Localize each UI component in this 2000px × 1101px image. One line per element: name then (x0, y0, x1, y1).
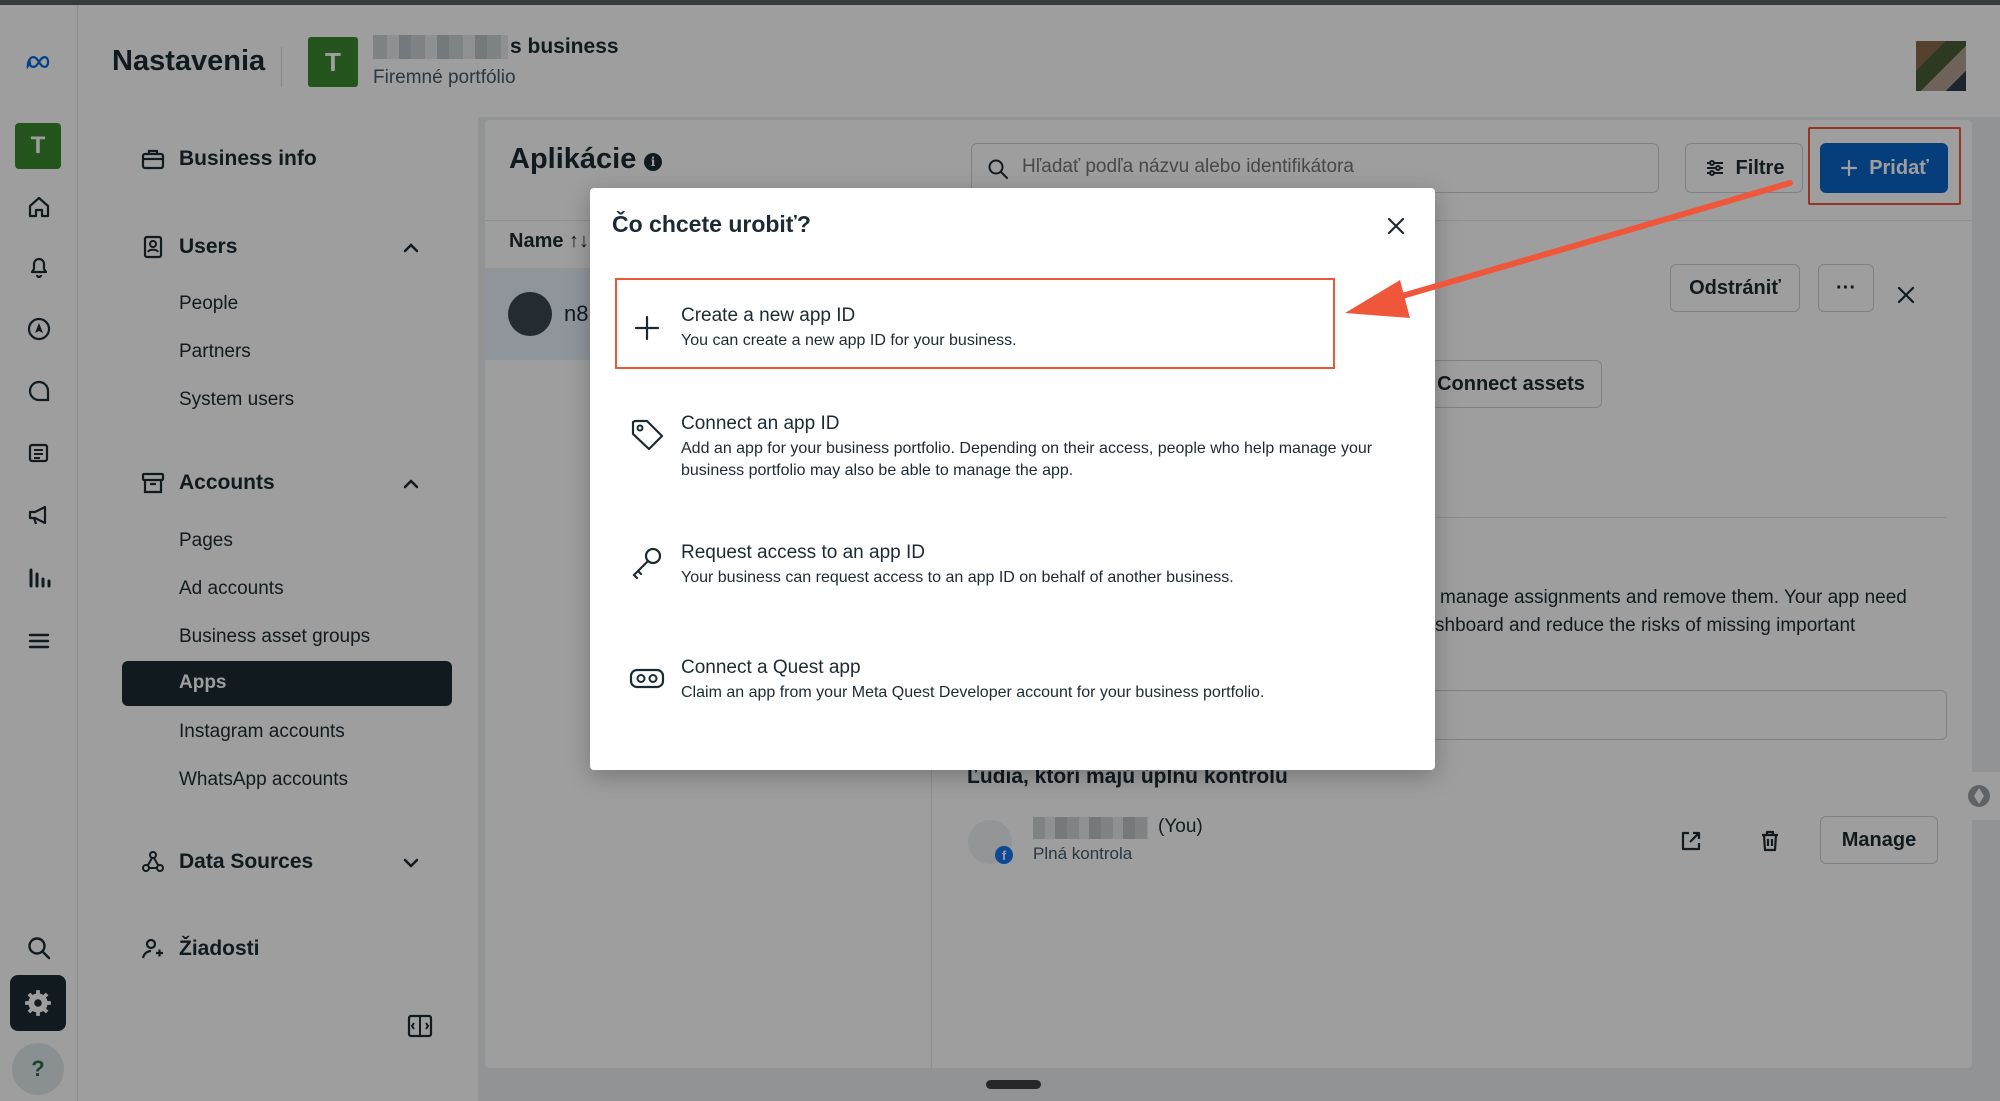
option-description: Your business can request access to an a… (681, 569, 1234, 586)
close-icon (1387, 217, 1405, 235)
dialog-title: Čo chcete urobiť? (612, 211, 811, 237)
option-title: Connect an app ID (681, 413, 840, 434)
add-app-dialog: Čo chcete urobiť? Create a new app ID Yo… (590, 188, 1435, 770)
option-create-app-id[interactable]: Create a new app ID You can create a new… (616, 305, 1336, 365)
plus-icon (634, 315, 660, 341)
option-connect-quest-app[interactable]: Connect a Quest app Claim an app from yo… (616, 657, 1336, 717)
option-title: Create a new app ID (681, 305, 856, 326)
option-connect-app-id[interactable]: Connect an app ID Add an app for your bu… (616, 413, 1372, 493)
dialog-close-button[interactable] (1381, 211, 1411, 241)
option-description: You can create a new app ID for your bus… (681, 332, 1017, 349)
option-title: Connect a Quest app (681, 657, 861, 678)
key-icon (632, 547, 662, 580)
option-request-access[interactable]: Request access to an app ID Your busines… (616, 542, 1336, 602)
option-description: Add an app for your business portfolio. … (681, 440, 1373, 479)
vr-headset-icon (629, 668, 665, 689)
option-title: Request access to an app ID (681, 542, 925, 563)
option-description: Claim an app from your Meta Quest Develo… (681, 684, 1265, 701)
tag-icon (631, 419, 664, 451)
